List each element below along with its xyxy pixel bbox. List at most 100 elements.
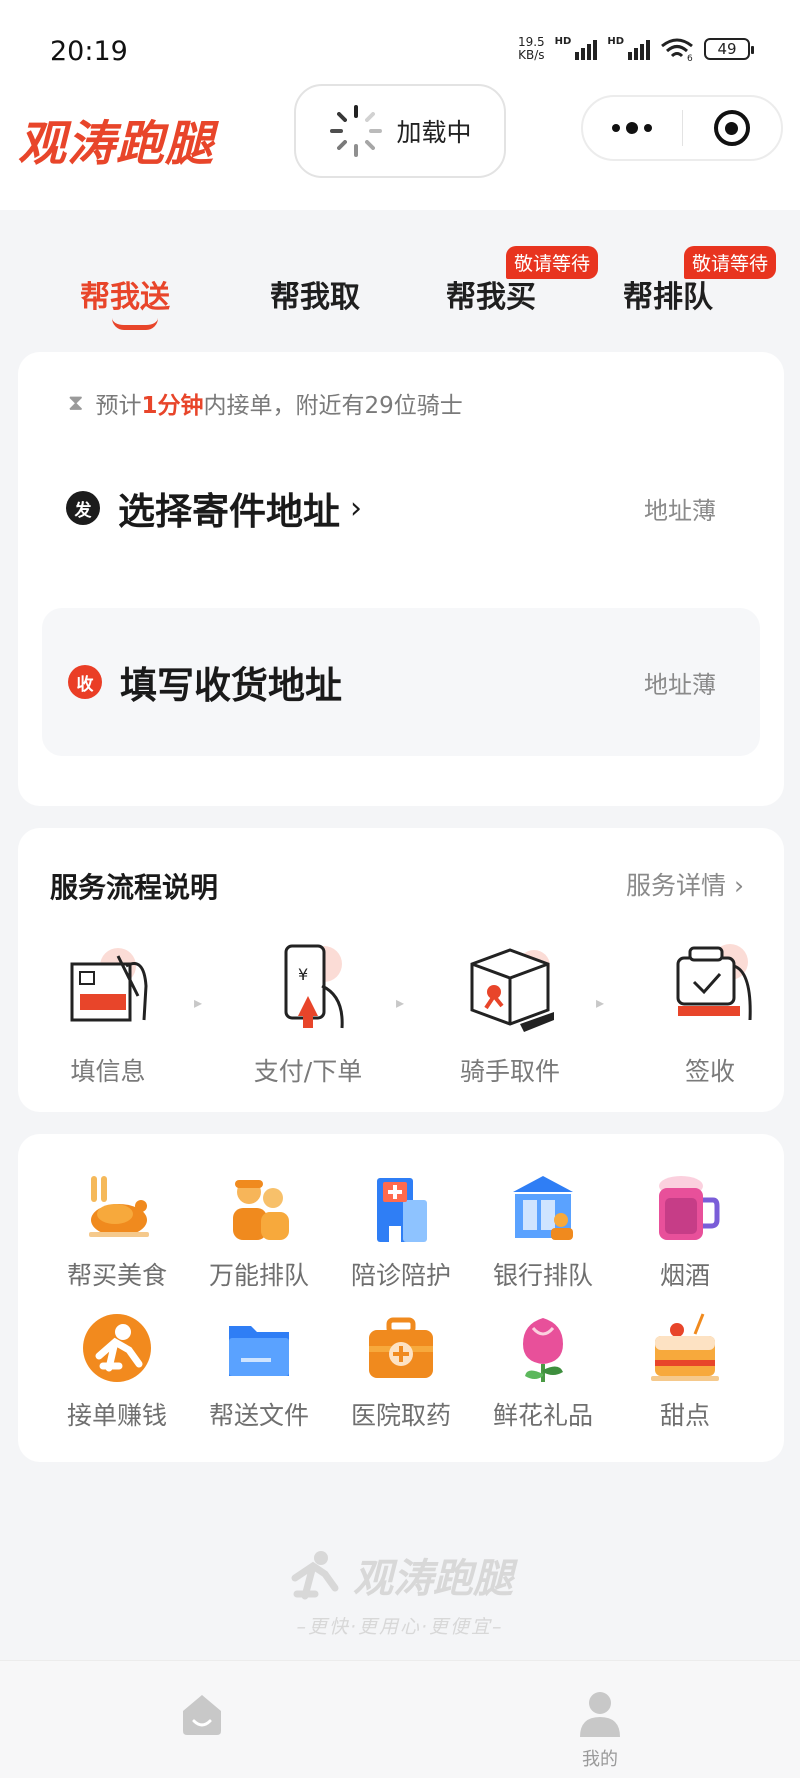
footer-brand: 观涛跑腿 –更快·更用心·更便宜– [0, 1546, 800, 1639]
flow-step: 签收 [620, 936, 800, 1088]
eta-line: ⧗ 预计1分钟内接单，附近有29位骑士 [68, 386, 463, 420]
clock: 20:19 [50, 36, 128, 67]
receiver-address-title: 填写收货地址 [120, 664, 342, 707]
service-label: 甜点 [659, 1401, 710, 1430]
more-dots-icon [612, 122, 653, 134]
active-tab-indicator [112, 318, 158, 330]
bottom-tab-bar: 我的 [0, 1660, 800, 1778]
send-chip: 发 [66, 491, 100, 525]
tab-mine-label: 我的 [582, 1749, 618, 1770]
bank-icon [513, 1176, 573, 1240]
flow-title: 服务流程说明 [50, 871, 219, 904]
service-item-dessert[interactable]: 甜点 [614, 1310, 756, 1432]
user-icon [580, 1692, 620, 1737]
service-item-food[interactable]: 帮买美食 [46, 1170, 188, 1292]
service-item-flowers[interactable]: 鲜花礼品 [472, 1310, 614, 1432]
flow-step: 填信息 [18, 936, 198, 1088]
sign-receive-icon [676, 944, 752, 1021]
tab-home[interactable] [142, 1691, 262, 1741]
chevron-right-icon: › [350, 490, 362, 526]
spinner-icon [330, 105, 383, 157]
package-pickup-icon [470, 948, 554, 1032]
loading-indicator: 加载中 [294, 84, 506, 178]
service-label: 陪诊陪护 [350, 1261, 451, 1290]
hd-label: HD [554, 36, 572, 47]
folder-icon [229, 1326, 289, 1376]
hourglass-icon: ⧗ [68, 390, 84, 416]
network-speed: 19.5 KB/s [518, 36, 545, 62]
pay-order-icon: ¥ [284, 944, 344, 1029]
service-label: 银行排队 [492, 1261, 593, 1290]
svg-text:6: 6 [687, 54, 693, 61]
loading-label: 加载中 [396, 118, 472, 147]
battery-level: 49 [717, 40, 737, 58]
coming-soon-badge: 敬请等待 [506, 246, 599, 279]
service-item-tobacco-liquor[interactable]: 烟酒 [614, 1170, 756, 1292]
receive-chip: 收 [68, 665, 102, 699]
service-label: 医院取药 [350, 1401, 451, 1430]
cake-icon [651, 1313, 719, 1381]
address-card: ⧗ 预计1分钟内接单，附近有29位骑士 发 选择寄件地址 › 地址薄 收 填写收… [18, 352, 784, 806]
footer-brand-text: 观涛跑腿 [353, 1556, 513, 1602]
sender-address-book-link[interactable]: 地址薄 [644, 491, 716, 526]
tab-help-fetch[interactable]: 帮我取 [270, 272, 360, 316]
services-grid: 帮买美食 万能排队 陪诊陪护 银行排队 烟酒 接单赚钱 帮送文件 医院取药 鲜花… [18, 1134, 784, 1462]
service-item-bank[interactable]: 银行排队 [472, 1170, 614, 1292]
mini-program-capsule [581, 95, 783, 161]
beer-mug-icon [659, 1176, 720, 1240]
flower-icon [523, 1318, 563, 1382]
service-item-escort[interactable]: 陪诊陪护 [330, 1170, 472, 1292]
flow-step: 骑手取件 [420, 936, 600, 1088]
service-label: 帮买美食 [66, 1261, 167, 1290]
flow-step: ¥ 支付/下单 [218, 936, 398, 1088]
flow-step-label: 签收 [684, 1057, 735, 1086]
signal-icon-2 [628, 38, 650, 60]
app-header: 观涛跑腿 加载中 [0, 84, 800, 210]
service-label: 帮送文件 [208, 1401, 309, 1430]
flow-arrow-icon: ▸ [596, 993, 605, 1012]
target-circle-icon [713, 110, 750, 146]
status-icons: 19.5 KB/s HD HD 6 49 [518, 36, 754, 62]
service-label: 鲜花礼品 [492, 1401, 593, 1430]
hd-label-2: HD [607, 36, 624, 47]
footer-brand-name: 观涛跑腿 [287, 1546, 513, 1604]
service-item-earn[interactable]: 接单赚钱 [46, 1310, 188, 1432]
service-item-queue[interactable]: 万能排队 [188, 1170, 330, 1292]
coming-soon-badge-2: 敬请等待 [684, 246, 777, 279]
close-button[interactable] [683, 97, 782, 159]
receiver-address-book-link[interactable]: 地址薄 [644, 665, 716, 700]
service-detail-link[interactable]: 服务详情 › [626, 866, 744, 902]
fill-form-icon [70, 948, 148, 1022]
wifi-icon: 6 [661, 38, 693, 61]
runner-logo-icon [291, 1551, 339, 1600]
app-logo: 观涛跑腿 [18, 116, 215, 172]
flow-step-label: 支付/下单 [253, 1057, 363, 1086]
service-item-documents[interactable]: 帮送文件 [188, 1310, 330, 1432]
service-flow-card: 服务流程说明 服务详情 › 填信息 ▸ ¥ 支付/下单 ▸ 骑手取件 ▸ 签收 [18, 828, 784, 1112]
service-label: 接单赚钱 [66, 1401, 167, 1430]
signal-icon [575, 38, 598, 60]
service-label: 万能排队 [208, 1261, 309, 1290]
sender-address-row[interactable]: 发 选择寄件地址 › 地址薄 [18, 434, 784, 582]
footer-slogan: –更快·更用心·更便宜– [296, 1616, 504, 1638]
tab-help-send[interactable]: 帮我送 [80, 272, 170, 316]
eta-highlight: 1分钟 [141, 393, 204, 419]
receiver-address-row[interactable]: 收 填写收货地址 地址薄 [42, 608, 760, 756]
eta-text: 预计1分钟内接单，附近有29位骑士 [95, 393, 463, 419]
runner-badge-icon [83, 1314, 151, 1382]
network-speed-unit: KB/s [518, 48, 545, 62]
more-button[interactable] [583, 97, 682, 159]
service-label: 烟酒 [659, 1261, 710, 1290]
flow-arrow-icon: ▸ [194, 993, 203, 1012]
service-item-medicine[interactable]: 医院取药 [330, 1310, 472, 1432]
flow-arrow-icon: ▸ [396, 993, 405, 1012]
home-icon [183, 1695, 221, 1735]
battery-icon: 49 [704, 38, 754, 60]
roast-chicken-icon [89, 1176, 149, 1237]
status-bar: 20:19 19.5 KB/s HD HD 6 49 [0, 0, 800, 90]
hospital-building-icon [377, 1178, 427, 1242]
flow-step-label: 骑手取件 [459, 1057, 560, 1086]
medical-kit-icon [369, 1317, 433, 1378]
people-queue-icon [233, 1180, 289, 1240]
tab-mine[interactable]: 我的 [540, 1691, 660, 1771]
